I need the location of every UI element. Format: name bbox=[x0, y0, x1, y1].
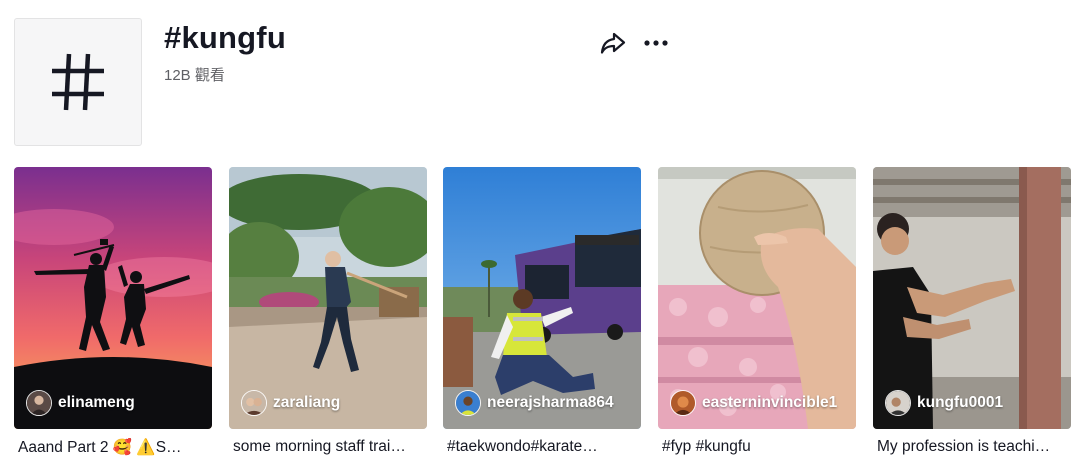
video-username[interactable]: zaraliang bbox=[273, 394, 340, 412]
video-thumbnail[interactable]: kungfu0001 bbox=[873, 167, 1071, 429]
video-username[interactable]: kungfu0001 bbox=[917, 394, 1003, 412]
video-caption[interactable]: #fyp #kungfu bbox=[662, 438, 856, 456]
share-button[interactable] bbox=[598, 28, 628, 58]
avatar[interactable] bbox=[670, 390, 696, 416]
video-owner[interactable]: kungfu0001 bbox=[885, 390, 1003, 416]
video-thumbnail[interactable]: elinameng bbox=[14, 167, 212, 429]
video-thumbnail[interactable]: easterninvincible1 bbox=[658, 167, 856, 429]
video-card[interactable]: neerajsharma864 #taekwondo#karate… bbox=[443, 167, 641, 455]
video-thumbnail[interactable]: neerajsharma864 bbox=[443, 167, 641, 429]
page-title: #kungfu bbox=[164, 20, 286, 55]
avatar[interactable] bbox=[885, 390, 911, 416]
video-owner[interactable]: easterninvincible1 bbox=[670, 390, 837, 416]
video-owner[interactable]: neerajsharma864 bbox=[455, 390, 614, 416]
video-username[interactable]: neerajsharma864 bbox=[487, 394, 614, 412]
hashtag-cover bbox=[14, 18, 142, 146]
video-caption[interactable]: My profession is teachi… bbox=[877, 438, 1071, 456]
video-username[interactable]: easterninvincible1 bbox=[702, 394, 837, 412]
more-options-button[interactable] bbox=[640, 28, 672, 58]
avatar[interactable] bbox=[241, 390, 267, 416]
video-card[interactable]: elinameng Aaand Part 2 🥰 ⚠️S… bbox=[14, 167, 212, 456]
view-count: 12B 觀看 bbox=[164, 67, 225, 84]
video-username[interactable]: elinameng bbox=[58, 394, 135, 412]
avatar[interactable] bbox=[26, 390, 52, 416]
hashtag-icon bbox=[52, 53, 104, 111]
video-thumbnail[interactable]: zaraliang bbox=[229, 167, 427, 429]
video-card[interactable]: zaraliang some morning staff trai… bbox=[229, 167, 427, 455]
video-card[interactable]: easterninvincible1 #fyp #kungfu bbox=[658, 167, 856, 455]
avatar[interactable] bbox=[455, 390, 481, 416]
video-grid: elinameng Aaand Part 2 🥰 ⚠️S… zaraliang … bbox=[14, 167, 1072, 467]
video-owner[interactable]: elinameng bbox=[26, 390, 135, 416]
share-icon bbox=[600, 32, 626, 54]
video-caption[interactable]: Aaand Part 2 🥰 ⚠️S… bbox=[18, 438, 212, 457]
more-options-icon bbox=[644, 40, 668, 46]
video-caption[interactable]: #taekwondo#karate… bbox=[447, 438, 641, 456]
video-owner[interactable]: zaraliang bbox=[241, 390, 340, 416]
video-card[interactable]: kungfu0001 My profession is teachi… bbox=[873, 167, 1071, 455]
video-caption[interactable]: some morning staff trai… bbox=[233, 438, 427, 456]
